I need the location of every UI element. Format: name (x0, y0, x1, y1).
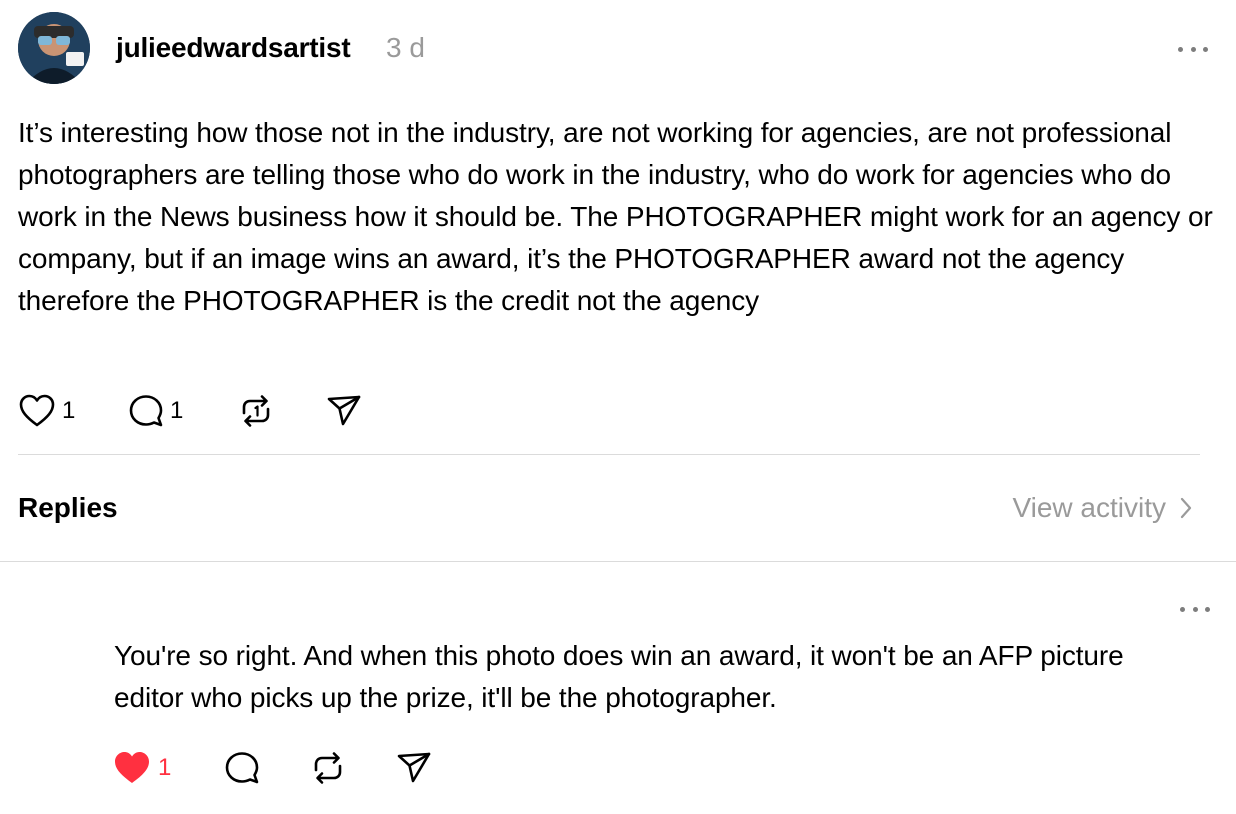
reply-actions: 1 (112, 748, 432, 788)
divider (18, 454, 1200, 455)
reply-like-count: 1 (158, 754, 172, 781)
comment-icon (225, 752, 259, 784)
post-more-icon[interactable] (1178, 44, 1208, 54)
post-timestamp: 3 d (386, 32, 425, 63)
replies-title: Replies (18, 492, 118, 523)
repost-button[interactable] (238, 393, 326, 429)
post-text: It’s interesting how those not in the in… (18, 117, 1221, 316)
post-actions: 1 1 (18, 392, 362, 430)
share-button[interactable] (326, 393, 362, 429)
heart-icon (19, 394, 55, 427)
reply-repost-button[interactable] (310, 750, 396, 786)
view-activity-label: View activity (1012, 492, 1166, 523)
reply-like-button[interactable]: 1 (112, 750, 224, 786)
post-header: julieedwardsartist 3 d (18, 12, 1218, 84)
repost-icon (314, 752, 342, 784)
share-icon (327, 395, 361, 426)
reply-share-button[interactable] (396, 750, 432, 786)
repost-icon (242, 395, 270, 427)
reply-comment-button[interactable] (224, 750, 310, 786)
like-button[interactable]: 1 (18, 393, 128, 429)
heart-filled-icon (115, 752, 149, 783)
like-count: 1 (62, 397, 76, 424)
comment-count: 1 (170, 397, 184, 424)
share-icon (397, 752, 431, 783)
comment-button[interactable]: 1 (128, 393, 238, 429)
comment-icon (129, 395, 163, 427)
avatar[interactable] (18, 12, 90, 84)
thread-view: julieedwardsartist 3 d It’s interesting … (0, 0, 1236, 814)
reply-more-icon[interactable] (1180, 604, 1210, 614)
replies-header: Replies View activity (18, 486, 1200, 534)
view-activity-link[interactable]: View activity (1012, 492, 1192, 524)
username[interactable]: julieedwardsartist (116, 32, 351, 64)
divider (0, 561, 1236, 562)
chevron-right-icon (1180, 497, 1192, 519)
reply-text: You're so right. And when this photo doe… (114, 640, 1124, 713)
